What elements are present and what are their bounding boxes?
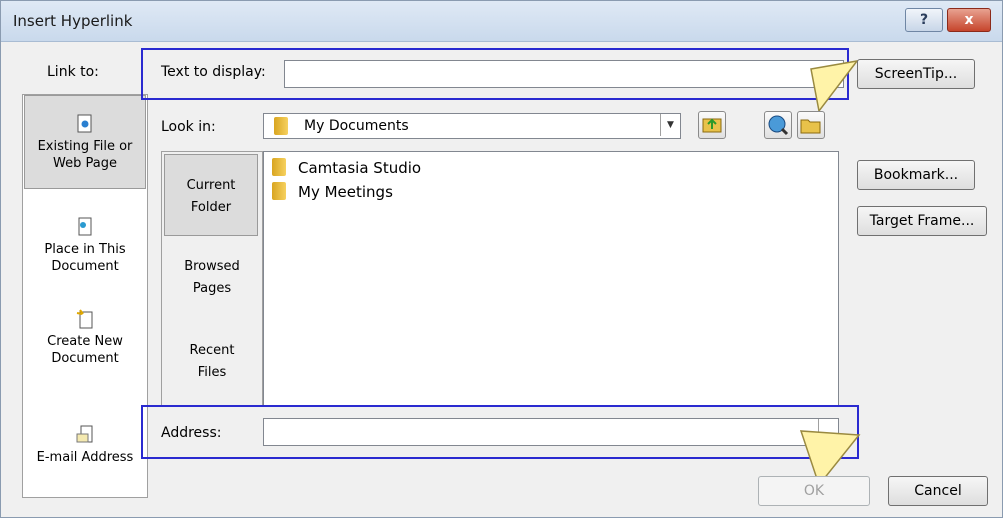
look-in-value: My Documents bbox=[304, 118, 409, 134]
file-name: Camtasia Studio bbox=[298, 159, 422, 177]
screentip-button[interactable]: ScreenTip... bbox=[857, 59, 975, 89]
tab-label: Folder bbox=[190, 200, 232, 215]
list-item[interactable]: My Meetings bbox=[272, 182, 393, 201]
tab-label: Browsed bbox=[184, 259, 240, 274]
globe-search-icon bbox=[768, 115, 789, 136]
link-to-item-label: Place in This bbox=[44, 242, 126, 257]
link-to-item-label: Web Page bbox=[53, 156, 117, 171]
folder-icon bbox=[272, 182, 286, 200]
tab-label: Files bbox=[197, 365, 227, 380]
tab-recent-files[interactable]: Recent Files bbox=[162, 340, 262, 384]
file-list[interactable]: Camtasia Studio My Meetings bbox=[263, 151, 839, 407]
browse-file-button[interactable] bbox=[797, 111, 825, 139]
email-address-icon bbox=[76, 425, 93, 443]
tab-current-folder[interactable]: Current Folder bbox=[164, 154, 258, 236]
up-folder-icon bbox=[702, 118, 722, 133]
browse-tabs: Current Folder Browsed Pages Recent File… bbox=[161, 151, 263, 407]
cancel-button[interactable]: Cancel bbox=[888, 476, 988, 506]
ok-button[interactable]: OK bbox=[758, 476, 870, 506]
up-one-folder-button[interactable] bbox=[698, 111, 726, 139]
browse-web-button[interactable] bbox=[764, 111, 792, 139]
link-to-email-address[interactable]: E-mail Address bbox=[23, 425, 147, 466]
tab-browsed-pages[interactable]: Browsed Pages bbox=[162, 256, 262, 300]
look-in-dropdown[interactable]: My Documents ▼ bbox=[263, 113, 681, 139]
link-to-bar: Existing File or Web Page Place in This … bbox=[22, 94, 148, 498]
title-bar: Insert Hyperlink ? x bbox=[1, 1, 1002, 42]
target-frame-button[interactable]: Target Frame... bbox=[857, 206, 987, 236]
look-in-label: Look in: bbox=[161, 119, 216, 135]
close-button[interactable]: x bbox=[947, 8, 991, 32]
list-item[interactable]: Camtasia Studio bbox=[272, 158, 421, 177]
link-to-create-new-document[interactable]: Create New Document bbox=[23, 309, 147, 367]
link-to-item-label: Document bbox=[51, 351, 119, 366]
place-in-document-icon bbox=[78, 217, 92, 236]
highlight-box-text-to-display bbox=[141, 48, 849, 100]
dialog-title: Insert Hyperlink bbox=[13, 12, 133, 30]
tab-label: Recent bbox=[189, 343, 235, 358]
link-to-label: Link to: bbox=[47, 64, 99, 80]
new-document-icon bbox=[76, 309, 93, 329]
highlight-box-address bbox=[141, 405, 859, 459]
chevron-down-icon[interactable]: ▼ bbox=[660, 114, 680, 136]
bookmark-button[interactable]: Bookmark... bbox=[857, 160, 975, 190]
file-name: My Meetings bbox=[298, 183, 393, 201]
my-documents-folder-icon bbox=[274, 117, 288, 135]
insert-hyperlink-dialog: Insert Hyperlink ? x Link to: Existing F… bbox=[0, 0, 1003, 518]
link-to-existing-file[interactable]: Existing File or Web Page bbox=[24, 95, 146, 189]
link-to-item-label: Existing File or bbox=[37, 139, 133, 154]
existing-file-icon bbox=[77, 114, 92, 133]
help-button[interactable]: ? bbox=[905, 8, 943, 32]
open-folder-icon bbox=[800, 119, 821, 134]
tab-label: Current bbox=[186, 178, 236, 193]
callout-arrow-icon bbox=[810, 59, 859, 113]
link-to-item-label: Document bbox=[51, 259, 119, 274]
link-to-item-label: Create New bbox=[47, 334, 123, 349]
tab-label: Pages bbox=[192, 281, 232, 296]
link-to-item-label: E-mail Address bbox=[36, 450, 134, 465]
folder-icon bbox=[272, 158, 286, 176]
link-to-place-in-document[interactable]: Place in This Document bbox=[23, 217, 147, 275]
